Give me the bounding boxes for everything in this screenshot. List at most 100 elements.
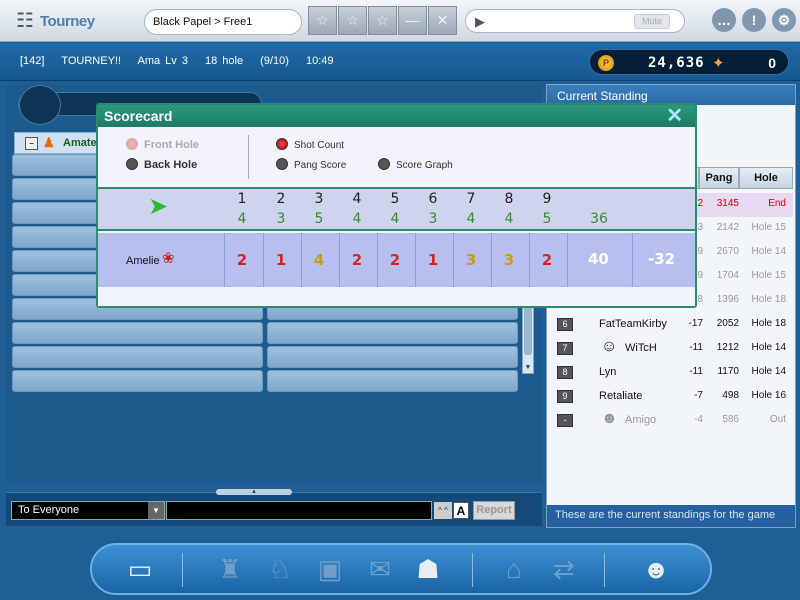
bag-icon[interactable]: ☗ xyxy=(410,551,446,587)
player-total: 40 xyxy=(588,250,609,268)
tourney-tree-icon: ☷ xyxy=(16,10,34,32)
standing-score: -7 xyxy=(694,390,703,401)
item-slot-1[interactable]: ☆ xyxy=(308,6,337,35)
cell-divider xyxy=(377,233,378,287)
gear-icon[interactable]: ⚙ xyxy=(772,8,796,32)
room-name: TOURNEY!! xyxy=(61,55,122,67)
standing-name: Amigo xyxy=(625,414,657,426)
chat-bubble-icon[interactable]: … xyxy=(712,8,736,32)
hole-strokes: 2 xyxy=(541,251,553,269)
cell-divider xyxy=(632,233,633,287)
currency-box: P 24,636 ✦ 0 xyxy=(589,49,789,75)
standing-pang: 2052 xyxy=(716,318,739,329)
chat-target-select[interactable]: To Everyone ▼ xyxy=(11,501,165,520)
hole-number: 7 xyxy=(466,191,476,207)
cell-divider xyxy=(339,233,340,287)
player-slot[interactable] xyxy=(267,370,518,392)
standing-row[interactable]: 9 Retaliate -7 498 Hole 16 xyxy=(549,385,793,409)
invite-icon[interactable]: ✉ xyxy=(362,551,398,587)
standing-hole: Out xyxy=(769,414,786,425)
standing-row[interactable]: - ☻ Amigo -4 586 Out xyxy=(549,409,793,433)
report-button[interactable]: Report xyxy=(473,501,515,520)
shop-icon[interactable]: ♜ xyxy=(212,551,248,587)
chat-input[interactable] xyxy=(166,501,432,520)
item-slot-close[interactable]: ✕ xyxy=(428,6,457,35)
top-bar: ☷ Tourney Black Papel > Free1 ☆ ☆ ☆ — ✕ … xyxy=(0,0,800,42)
options-card-icon[interactable]: ☻ xyxy=(638,551,674,587)
standing-row[interactable]: 7 ☺ WiTcH -11 1212 Hole 14 xyxy=(549,337,793,361)
pang-amount: 24,636 xyxy=(648,55,705,71)
standing-name: Retaliate xyxy=(599,390,643,402)
room-progress: (9/10) xyxy=(260,55,289,67)
hole-number: 2 xyxy=(276,191,286,207)
scorecard-footer xyxy=(98,287,695,306)
close-icon[interactable]: ✕ xyxy=(666,105,683,127)
radio-icon xyxy=(126,138,138,150)
scorecard-options: Front Hole Back Hole Shot Count Pang Sco… xyxy=(98,129,695,187)
home-icon[interactable]: ⌂ xyxy=(496,551,532,587)
top-icons: … ! ⚙ xyxy=(712,8,796,32)
hole-number: 8 xyxy=(504,191,514,207)
item-slot-3[interactable]: ☆ xyxy=(368,6,397,35)
header-hole: Hole xyxy=(739,167,793,189)
chat-bar: ▲ To Everyone ▼ ^ ^ A Report xyxy=(6,489,542,526)
hole-number: 6 xyxy=(428,191,438,207)
gift-icon[interactable]: ▣ xyxy=(312,551,348,587)
toolbar-divider xyxy=(604,553,605,587)
standing-score: -17 xyxy=(688,318,703,329)
shot-count-radio[interactable]: Shot Count xyxy=(276,138,344,151)
item-slot-4[interactable]: — xyxy=(398,6,427,35)
room-holes: 18 hole xyxy=(205,55,244,67)
alert-icon[interactable]: ! xyxy=(742,8,766,32)
pang-score-label: Pang Score xyxy=(294,160,347,171)
score-graph-radio[interactable]: Score Graph xyxy=(378,158,453,171)
standing-hole: Hole 15 xyxy=(751,270,786,281)
pang-score-radio[interactable]: Pang Score xyxy=(276,158,346,171)
radio-icon xyxy=(126,158,138,170)
options-divider xyxy=(248,135,249,179)
standing-row[interactable]: 6 FatTeamKirby -17 2052 Hole 18 xyxy=(549,313,793,337)
standing-rank: 7 xyxy=(557,342,573,355)
toolbar-divider xyxy=(182,553,183,587)
standing-hole: Hole 15 xyxy=(751,222,786,233)
back-hole-radio[interactable]: Back Hole xyxy=(126,158,197,171)
font-button[interactable]: A xyxy=(453,502,469,519)
player-slot[interactable] xyxy=(267,322,518,344)
standing-pang: 1170 xyxy=(717,366,739,377)
toggle-button[interactable]: − xyxy=(25,137,38,150)
exit-door-icon[interactable]: ▭ xyxy=(122,551,158,587)
lobby-row xyxy=(12,322,518,344)
hole-par: 4 xyxy=(466,211,476,227)
cell-divider xyxy=(567,233,568,287)
speaker-icon[interactable]: ▶ xyxy=(475,14,485,30)
trade-icon[interactable]: ⇄ xyxy=(546,551,582,587)
hole-strokes: 4 xyxy=(313,251,325,269)
front-hole-radio[interactable]: Front Hole xyxy=(126,138,199,151)
player-slot[interactable] xyxy=(12,346,263,368)
hole-strokes: 2 xyxy=(389,251,401,269)
character-icon[interactable]: ♘ xyxy=(262,551,298,587)
chat-target-value: To Everyone xyxy=(18,504,80,516)
item-slot-2[interactable]: ☆ xyxy=(338,6,367,35)
standing-score: -4 xyxy=(694,414,703,425)
item-slots: ☆ ☆ ☆ — ✕ xyxy=(308,6,457,35)
chevron-down-icon[interactable]: ▼ xyxy=(148,502,164,519)
scroll-down-icon[interactable]: ▼ xyxy=(524,364,532,371)
emoticon-button[interactable]: ^ ^ xyxy=(434,502,452,519)
standing-hole: Hole 14 xyxy=(751,342,786,353)
mute-button[interactable]: Mute xyxy=(634,14,670,29)
standing-hole: Hole 18 xyxy=(751,294,786,305)
pig-avatar-icon: ☻ xyxy=(601,410,618,427)
lobby-pill-circle xyxy=(19,85,61,125)
front-hole-label: Front Hole xyxy=(144,139,199,151)
chat-resize-handle[interactable]: ▲ xyxy=(216,489,292,495)
standing-row[interactable]: 8 Lyn -11 1170 Hole 14 xyxy=(549,361,793,385)
cell-divider xyxy=(453,233,454,287)
hole-strokes: 1 xyxy=(427,251,439,269)
player-slot[interactable] xyxy=(12,322,263,344)
volume-bar[interactable]: ▶ Mute xyxy=(465,9,685,33)
player-slot[interactable] xyxy=(267,346,518,368)
radio-icon xyxy=(276,158,288,170)
player-slot[interactable] xyxy=(12,370,263,392)
toolbar-divider xyxy=(472,553,473,587)
